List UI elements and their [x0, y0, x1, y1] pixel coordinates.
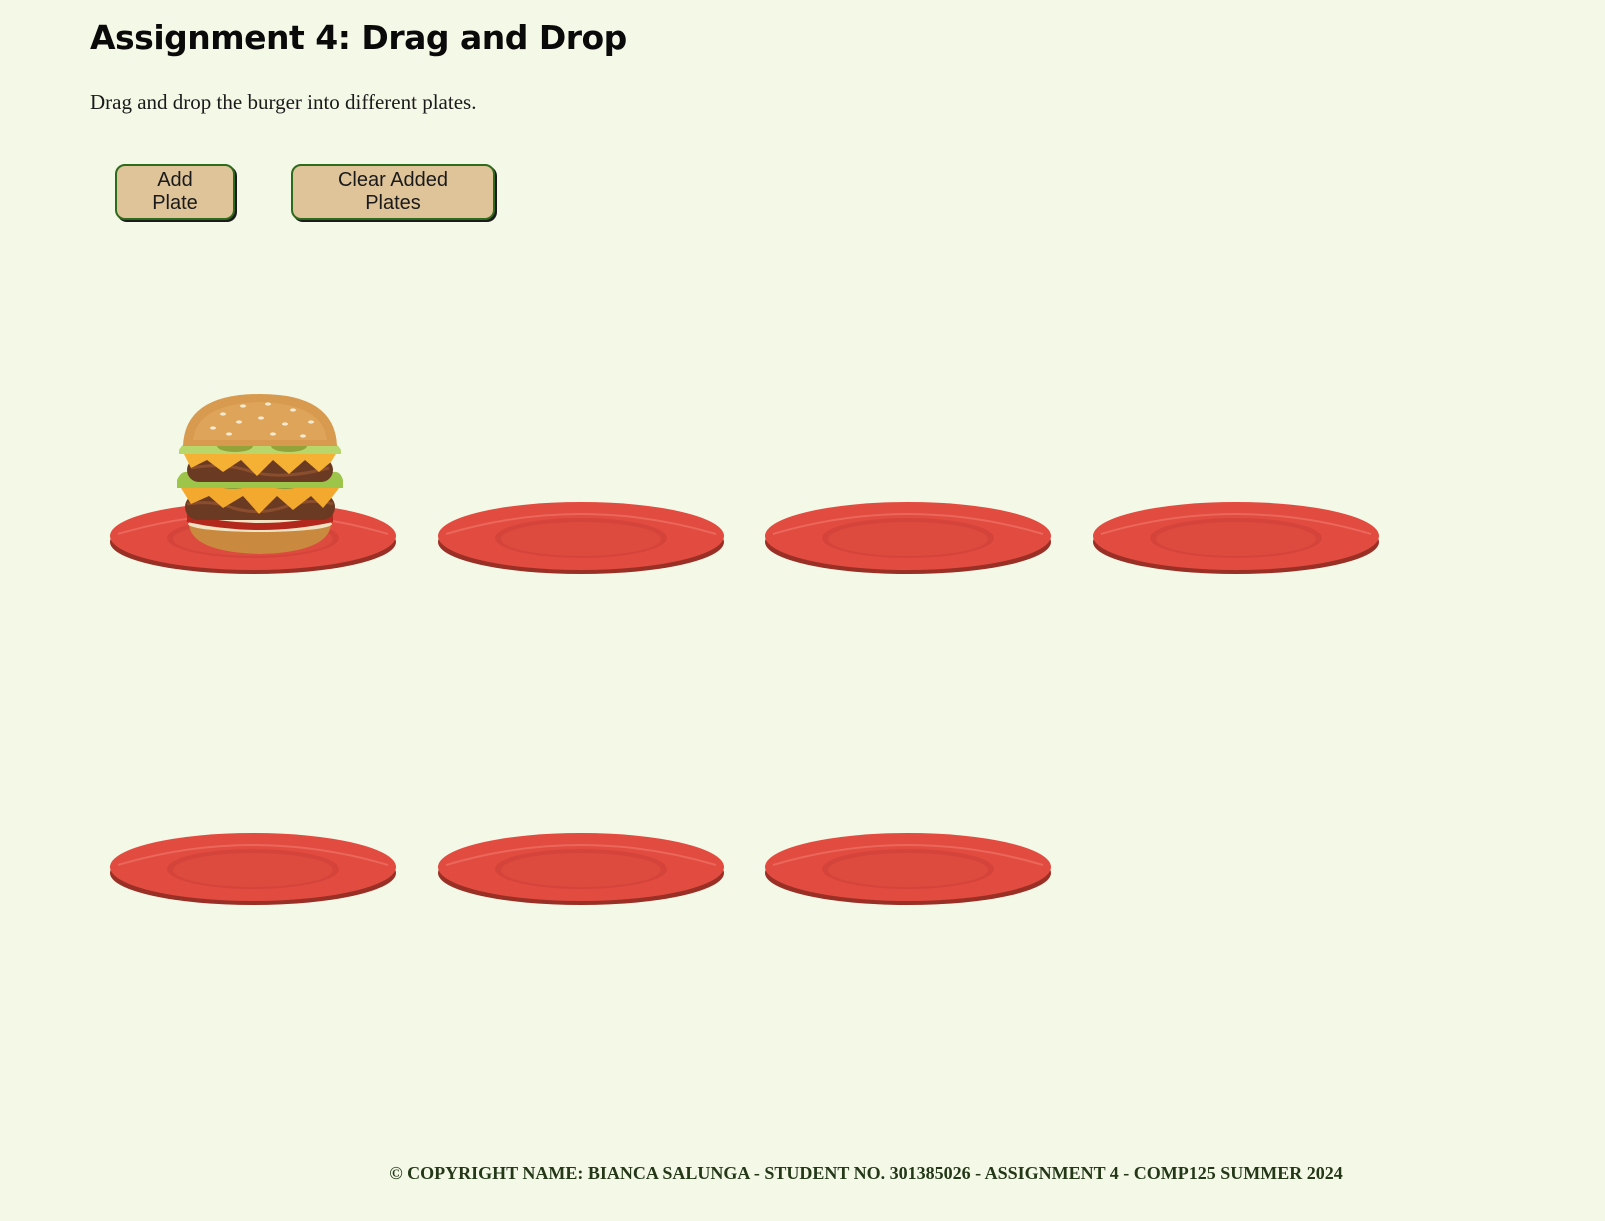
- plate-icon: [765, 833, 1051, 905]
- add-plate-button[interactable]: Add Plate: [115, 164, 235, 220]
- plate-icon: [438, 833, 724, 905]
- instructions-text: Drag and drop the burger into different …: [90, 90, 477, 114]
- plate-icon: [1093, 502, 1379, 574]
- plate-icon: [438, 502, 724, 574]
- draggable-burger[interactable]: [173, 392, 347, 558]
- plate-icon: [765, 502, 1051, 574]
- clear-added-plates-button[interactable]: Clear Added Plates: [291, 164, 495, 220]
- footer-copyright: © COPYRIGHT NAME: BIANCA SALUNGA - STUDE…: [389, 1163, 1343, 1183]
- plate-dropzone-5[interactable]: [108, 829, 398, 909]
- burger-icon: [177, 394, 343, 554]
- plate-dropzone-2[interactable]: [436, 498, 726, 578]
- plate-dropzone-6[interactable]: [436, 829, 726, 909]
- plate-dropzone-7[interactable]: [763, 829, 1053, 909]
- plate-dropzone-3[interactable]: [763, 498, 1053, 578]
- page-title: Assignment 4: Drag and Drop: [90, 18, 627, 57]
- plate-icon: [110, 833, 396, 905]
- plate-dropzone-4[interactable]: [1091, 498, 1381, 578]
